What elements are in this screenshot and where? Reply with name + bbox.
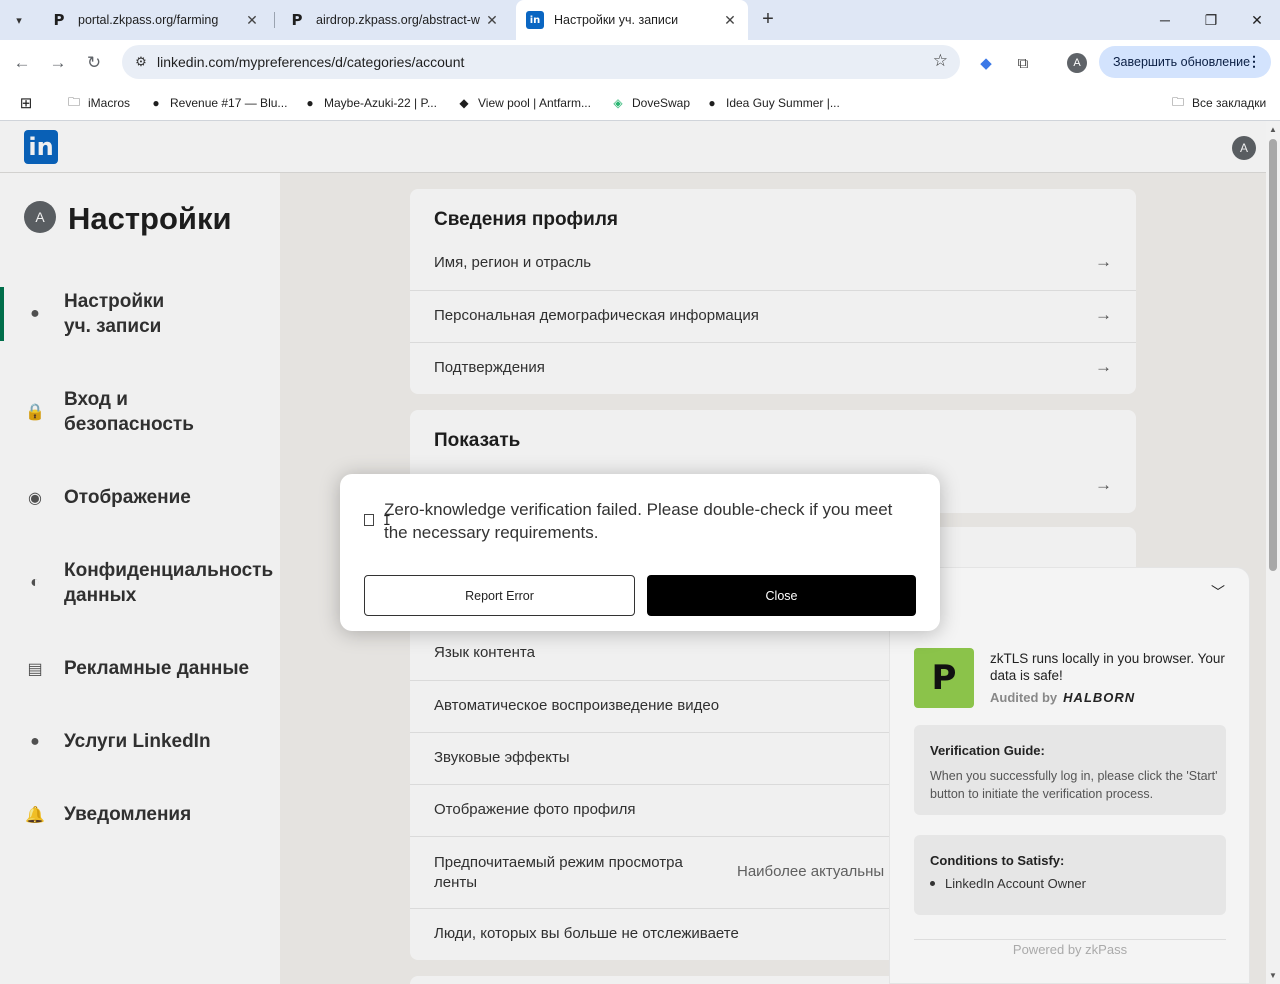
folder-icon: 🗀: [1171, 94, 1184, 109]
audited-by-label: Audited by: [990, 690, 1058, 705]
tab-search-button[interactable]: ▾: [6, 8, 32, 32]
tab-title: Настройки уч. записи: [554, 13, 679, 27]
close-window-icon[interactable]: ✕: [1234, 0, 1280, 40]
tab-airdrop-zkpass[interactable]: P airdrop.zkpass.org/abstract-wal ✕: [278, 0, 510, 40]
guide-title: Verification Guide:: [930, 743, 1045, 758]
tab-title: portal.zkpass.org/farming: [78, 13, 219, 27]
guide-text: When you successfully log in, please cli…: [930, 769, 1218, 801]
bookmark-revenue[interactable]: ● Revenue #17 — Blu...: [148, 93, 287, 113]
bookmark-label: Idea Guy Summer |...: [726, 96, 840, 110]
tab-separator: [274, 12, 275, 28]
minimize-icon[interactable]: ─: [1142, 0, 1188, 40]
diamond-icon: ◆: [459, 96, 469, 110]
bookmark-maybe-azuki[interactable]: ● Maybe-Azuki-22 | P...: [302, 93, 437, 113]
bookmark-label: View pool | Antfarm...: [478, 96, 591, 110]
close-tab-icon[interactable]: ✕: [244, 12, 260, 28]
scroll-up-icon[interactable]: ▲: [1269, 125, 1277, 134]
zkpass-tagline: zkTLS runs locally in you browser. Your …: [990, 651, 1225, 683]
menu-dots-icon[interactable]: ⋮: [1247, 53, 1261, 70]
tab-title: airdrop.zkpass.org/abstract-wal: [316, 13, 480, 27]
scroll-down-icon[interactable]: ▼: [1269, 971, 1277, 980]
site-info-icon[interactable]: ⚙: [132, 53, 150, 71]
report-error-button[interactable]: Report Error: [364, 575, 635, 616]
condition-item: LinkedIn Account Owner: [930, 876, 1086, 891]
text-cursor-icon: I: [383, 514, 391, 529]
apps-grid-icon[interactable]: ⊞: [18, 93, 40, 113]
bookmark-label: Maybe-Azuki-22 | P...: [324, 96, 437, 110]
error-icon: [364, 514, 374, 526]
condition-label: LinkedIn Account Owner: [945, 876, 1086, 891]
browser-toolbar: ← → ↻ ⚙ linkedin.com/mypreferences/d/cat…: [0, 40, 1280, 85]
conditions-title: Conditions to Satisfy:: [930, 853, 1065, 868]
conditions-box: Conditions to Satisfy: LinkedIn Account …: [914, 835, 1226, 915]
tab-linkedin-settings[interactable]: in Настройки уч. записи ✕: [516, 0, 748, 40]
powered-by: Powered by zkPass: [914, 939, 1226, 957]
mask-icon: ●: [708, 96, 716, 110]
zkpass-favicon-icon: P: [291, 11, 303, 29]
address-bar[interactable]: ⚙ linkedin.com/mypreferences/d/categorie…: [122, 45, 960, 79]
bookmark-idea-guy[interactable]: ● Idea Guy Summer |...: [704, 93, 840, 113]
chevron-down-icon[interactable]: ﹀: [1211, 582, 1225, 602]
bookmark-imacros[interactable]: 🗀 iMacros: [66, 93, 130, 113]
scroll-thumb[interactable]: [1269, 139, 1277, 571]
close-tab-icon[interactable]: ✕: [722, 12, 738, 28]
error-dialog: Zero-knowledge verification failed. Plea…: [340, 474, 940, 631]
new-tab-icon[interactable]: +: [758, 9, 778, 30]
update-button[interactable]: Завершить обновление ⋮: [1099, 46, 1271, 78]
zkpass-panel: ﹀ P zkTLS runs locally in you browser. Y…: [889, 567, 1250, 984]
folder-icon: 🗀: [67, 94, 80, 109]
reload-icon[interactable]: ↻: [81, 50, 107, 76]
error-message: Zero-knowledge verification failed. Plea…: [384, 500, 893, 542]
bookmark-label: DoveSwap: [632, 96, 691, 110]
mask-icon: ●: [152, 96, 160, 110]
forward-icon[interactable]: →: [45, 50, 71, 76]
bookmark-antfarm[interactable]: ◆ View pool | Antfarm...: [456, 93, 591, 113]
audit-info: Audited by HALBORN: [990, 690, 1135, 705]
bookmark-star-icon[interactable]: ☆: [933, 51, 948, 71]
bullet-icon: [930, 881, 935, 886]
verification-guide: Verification Guide: When you successfull…: [914, 725, 1226, 815]
tab-portal-zkpass[interactable]: P portal.zkpass.org/farming ✕: [40, 0, 270, 40]
linkedin-favicon-icon: in: [526, 11, 544, 29]
url-text[interactable]: linkedin.com/mypreferences/d/categories/…: [157, 54, 464, 70]
dove-icon: ◈: [613, 96, 623, 110]
bookmark-doveswap[interactable]: ◈ DoveSwap: [610, 93, 690, 113]
restore-icon[interactable]: ❐: [1188, 0, 1234, 40]
bookmarks-bar: ⊞ 🗀 iMacros ● Revenue #17 — Blu... ● Maybe-…: [0, 85, 1280, 121]
halborn-logo: HALBORN: [1063, 690, 1136, 705]
bookmark-label: Все закладки: [1192, 96, 1267, 110]
extension-icon[interactable]: ◆: [974, 51, 998, 75]
close-button[interactable]: Close: [647, 575, 916, 616]
bookmark-label: Revenue #17 — Blu...: [170, 96, 288, 110]
zkpass-favicon-icon: P: [53, 11, 65, 29]
tab-strip: ▾ P portal.zkpass.org/farming ✕ P airdro…: [0, 0, 1280, 40]
all-bookmarks[interactable]: 🗀 Все закладки: [1170, 93, 1266, 113]
profile-avatar[interactable]: A: [1067, 53, 1087, 73]
extensions-puzzle-icon[interactable]: ⧉: [1011, 51, 1035, 75]
bookmark-label: iMacros: [88, 96, 131, 110]
back-icon[interactable]: ←: [9, 50, 35, 76]
page-scrollbar[interactable]: ▲ ▼: [1266, 121, 1280, 984]
mask-icon: ●: [306, 96, 314, 110]
update-label: Завершить обновление: [1113, 55, 1251, 69]
close-tab-icon[interactable]: ✕: [484, 12, 500, 28]
zkpass-logo-icon: P: [914, 648, 974, 708]
